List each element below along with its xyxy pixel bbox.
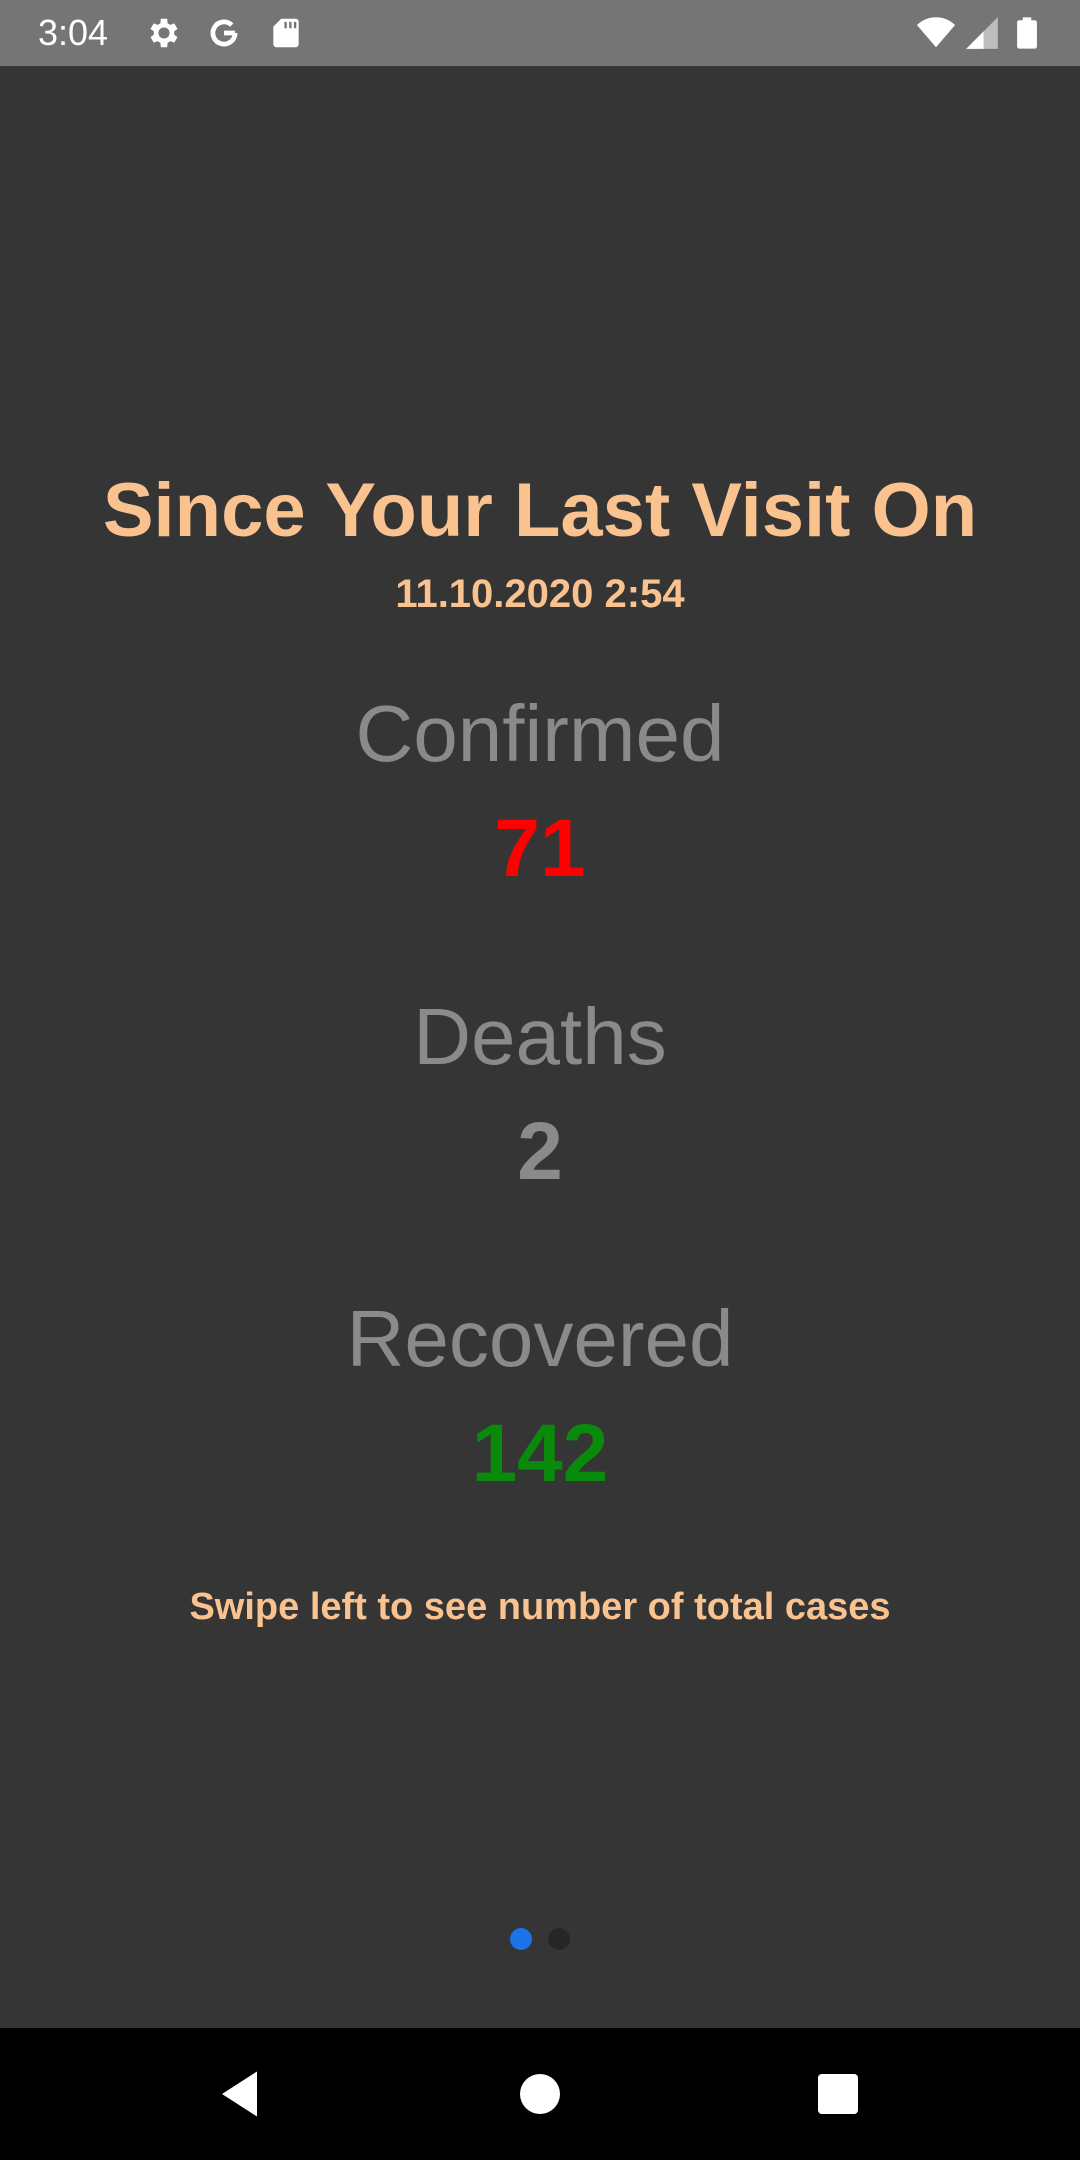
confirmed-value: 71 xyxy=(494,803,586,894)
deaths-value: 2 xyxy=(517,1106,563,1197)
back-icon[interactable] xyxy=(212,2064,272,2124)
page-dot-2[interactable] xyxy=(548,1928,570,1950)
sd-card-icon xyxy=(267,14,305,52)
home-icon[interactable] xyxy=(510,2064,570,2124)
signal-icon xyxy=(963,14,1001,52)
page-indicator[interactable] xyxy=(0,1928,1080,1952)
recents-icon[interactable] xyxy=(808,2064,868,2124)
navigation-bar xyxy=(0,2028,1080,2160)
wifi-icon xyxy=(915,14,957,52)
gear-icon xyxy=(145,14,183,52)
page-dot-1[interactable] xyxy=(510,1928,532,1950)
battery-icon xyxy=(1010,14,1044,52)
status-time: 3:04 xyxy=(38,12,109,53)
page-title: Since Your Last Visit On xyxy=(102,468,978,553)
recovered-label: Recovered xyxy=(346,1294,734,1383)
main-content[interactable]: Since Your Last Visit On 11.10.2020 2:54… xyxy=(0,66,1080,2028)
recovered-value: 142 xyxy=(471,1408,609,1499)
confirmed-label: Confirmed xyxy=(355,689,725,778)
swipe-hint: Swipe left to see number of total cases xyxy=(189,1586,891,1628)
last-visit-date: 11.10.2020 2:54 xyxy=(395,572,685,616)
google-icon xyxy=(205,14,243,52)
status-bar: 3:04 xyxy=(0,0,1080,66)
deaths-label: Deaths xyxy=(413,992,667,1081)
